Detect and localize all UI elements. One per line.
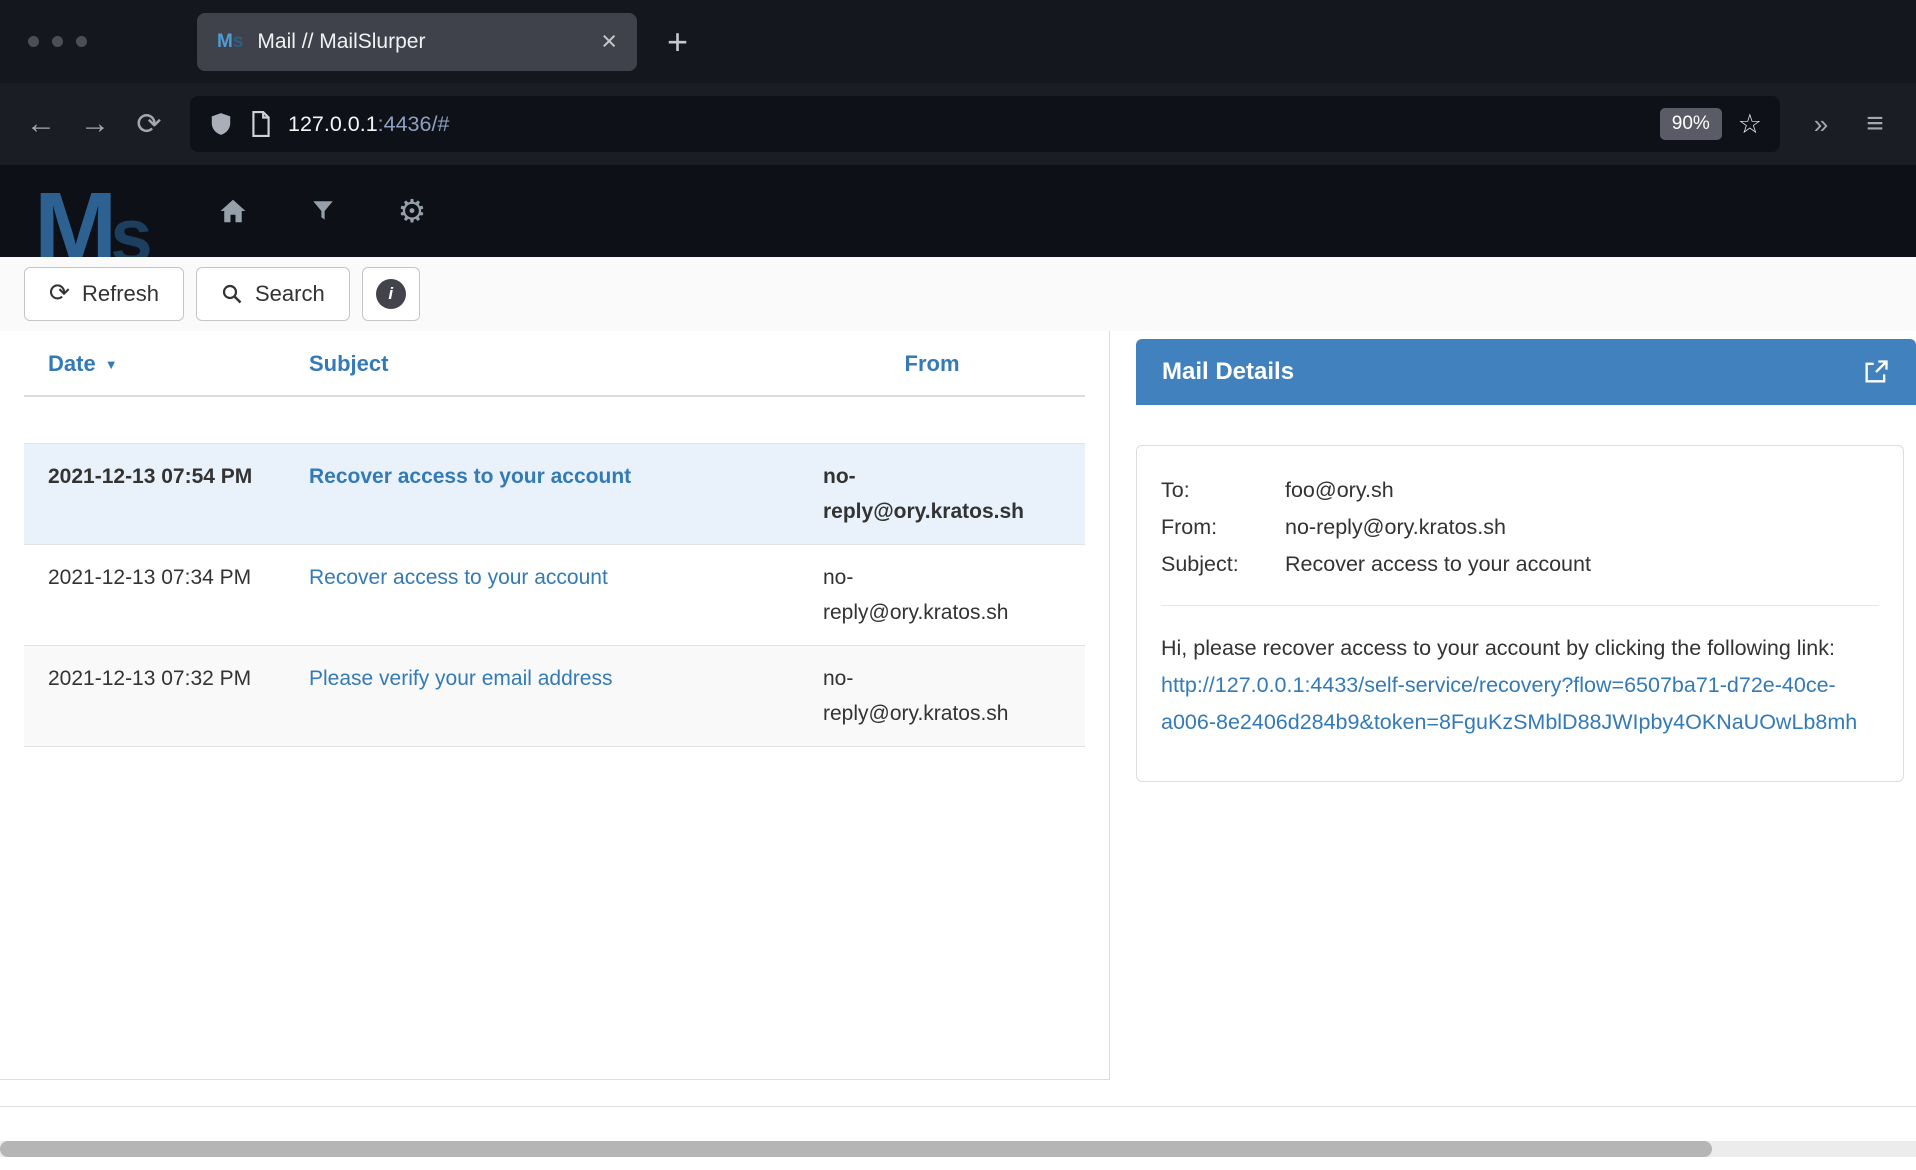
page-icon[interactable]	[250, 111, 272, 137]
refresh-icon: ⟳	[49, 281, 70, 306]
page-content: ⟳ Refresh Search i Date▼ Subject	[0, 257, 1916, 1170]
mail-date: 2021-12-13 07:34 PM	[24, 545, 269, 645]
address-bar[interactable]: 127.0.0.1:4436/# 90% ☆	[190, 96, 1780, 152]
table-row[interactable]: 2021-12-13 07:34 PMRecover access to you…	[24, 544, 1085, 645]
mail-list-body: 2021-12-13 07:54 PMRecover access to you…	[24, 443, 1085, 747]
info-icon: i	[376, 279, 406, 309]
browser-tab-strip: Ms Mail // MailSlurper × +	[0, 0, 1916, 83]
table-row[interactable]: 2021-12-13 07:32 PMPlease verify your em…	[24, 645, 1085, 747]
column-header-subject[interactable]: Subject	[269, 351, 779, 377]
subject-value: Recover access to your account	[1285, 546, 1591, 583]
mail-from: no-reply@ory.kratos.sh	[779, 444, 1085, 544]
home-icon[interactable]	[218, 197, 248, 225]
content-bottom-divider	[0, 1106, 1916, 1107]
url-host: 127.0.0.1	[288, 112, 378, 136]
to-label: To:	[1161, 472, 1285, 509]
mail-from: no-reply@ory.kratos.sh	[779, 646, 1085, 746]
shield-icon[interactable]	[208, 110, 234, 138]
mail-date: 2021-12-13 07:54 PM	[24, 444, 269, 544]
mail-subject-link[interactable]: Recover access to your account	[269, 444, 779, 544]
to-value: foo@ory.sh	[1285, 472, 1394, 509]
mail-subject-link[interactable]: Recover access to your account	[269, 545, 779, 645]
mailslurper-navbar: Ms ⚙	[0, 165, 1916, 257]
menu-icon[interactable]: ≡	[1848, 107, 1902, 141]
forward-button[interactable]: →	[68, 107, 122, 141]
mail-details-card: To: foo@ory.sh From: no-reply@ory.kratos…	[1136, 445, 1904, 782]
mailslurper-logo[interactable]: Ms	[34, 178, 146, 257]
open-in-new-window-icon[interactable]	[1862, 358, 1890, 386]
mail-list-pane: Date▼ Subject From 2021-12-13 07:54 PMRe…	[0, 331, 1110, 1080]
reload-button[interactable]: ⟳	[122, 107, 176, 142]
browser-window: Ms Mail // MailSlurper × + ← → ⟳ 127.0.0…	[0, 0, 1916, 1170]
mail-from: no-reply@ory.kratos.sh	[779, 545, 1085, 645]
url-text: 127.0.0.1:4436/#	[288, 112, 449, 137]
search-button[interactable]: Search	[196, 267, 350, 321]
window-dot[interactable]	[52, 36, 63, 47]
mail-details-pane: Mail Details To: foo@ory.sh From: no-rep…	[1110, 331, 1916, 782]
recovery-link[interactable]: http://127.0.0.1:4433/self-service/recov…	[1161, 673, 1857, 734]
refresh-button[interactable]: ⟳ Refresh	[24, 267, 184, 321]
mailslurper-favicon-icon: Ms	[217, 32, 243, 51]
mail-body: Hi, please recover access to your accoun…	[1161, 630, 1879, 741]
window-controls[interactable]	[28, 36, 87, 47]
info-button[interactable]: i	[362, 267, 420, 321]
column-header-date[interactable]: Date▼	[24, 351, 269, 377]
details-divider	[1161, 605, 1879, 606]
mail-details-header: Mail Details	[1136, 339, 1916, 405]
url-path: :4436/#	[378, 112, 450, 136]
mail-details-title: Mail Details	[1162, 358, 1294, 386]
new-tab-button[interactable]: +	[667, 21, 688, 63]
back-button[interactable]: ←	[14, 107, 68, 141]
mail-list-header: Date▼ Subject From	[24, 351, 1085, 397]
overflow-chevrons-icon[interactable]: »	[1794, 109, 1848, 140]
window-dot[interactable]	[28, 36, 39, 47]
refresh-label: Refresh	[82, 281, 159, 307]
tab-close-icon[interactable]: ×	[601, 26, 617, 57]
table-row[interactable]: 2021-12-13 07:54 PMRecover access to you…	[24, 443, 1085, 544]
bookmark-star-icon[interactable]: ☆	[1738, 109, 1762, 140]
scrollbar-thumb[interactable]	[0, 1141, 1712, 1157]
from-label: From:	[1161, 509, 1285, 546]
mail-date: 2021-12-13 07:32 PM	[24, 646, 269, 746]
mail-body-text: Hi, please recover access to your accoun…	[1161, 636, 1835, 660]
window-dot[interactable]	[76, 36, 87, 47]
toolbar: ⟳ Refresh Search i	[0, 257, 1916, 331]
subject-label: Subject:	[1161, 546, 1285, 583]
main-area: Date▼ Subject From 2021-12-13 07:54 PMRe…	[0, 331, 1916, 1170]
tab-title: Mail // MailSlurper	[257, 30, 601, 54]
settings-gear-icon[interactable]: ⚙	[398, 192, 427, 230]
column-header-from[interactable]: From	[779, 351, 1085, 377]
browser-navbar: ← → ⟳ 127.0.0.1:4436/# 90% ☆ » ≡	[0, 83, 1916, 165]
zoom-level-badge[interactable]: 90%	[1660, 108, 1722, 140]
browser-tab[interactable]: Ms Mail // MailSlurper ×	[197, 13, 637, 71]
search-icon	[221, 283, 243, 305]
search-label: Search	[255, 281, 325, 307]
sort-caret-icon: ▼	[105, 357, 118, 372]
from-value: no-reply@ory.kratos.sh	[1285, 509, 1506, 546]
filter-icon[interactable]	[310, 198, 336, 224]
mail-subject-link[interactable]: Please verify your email address	[269, 646, 779, 746]
horizontal-scrollbar[interactable]	[0, 1141, 1916, 1157]
